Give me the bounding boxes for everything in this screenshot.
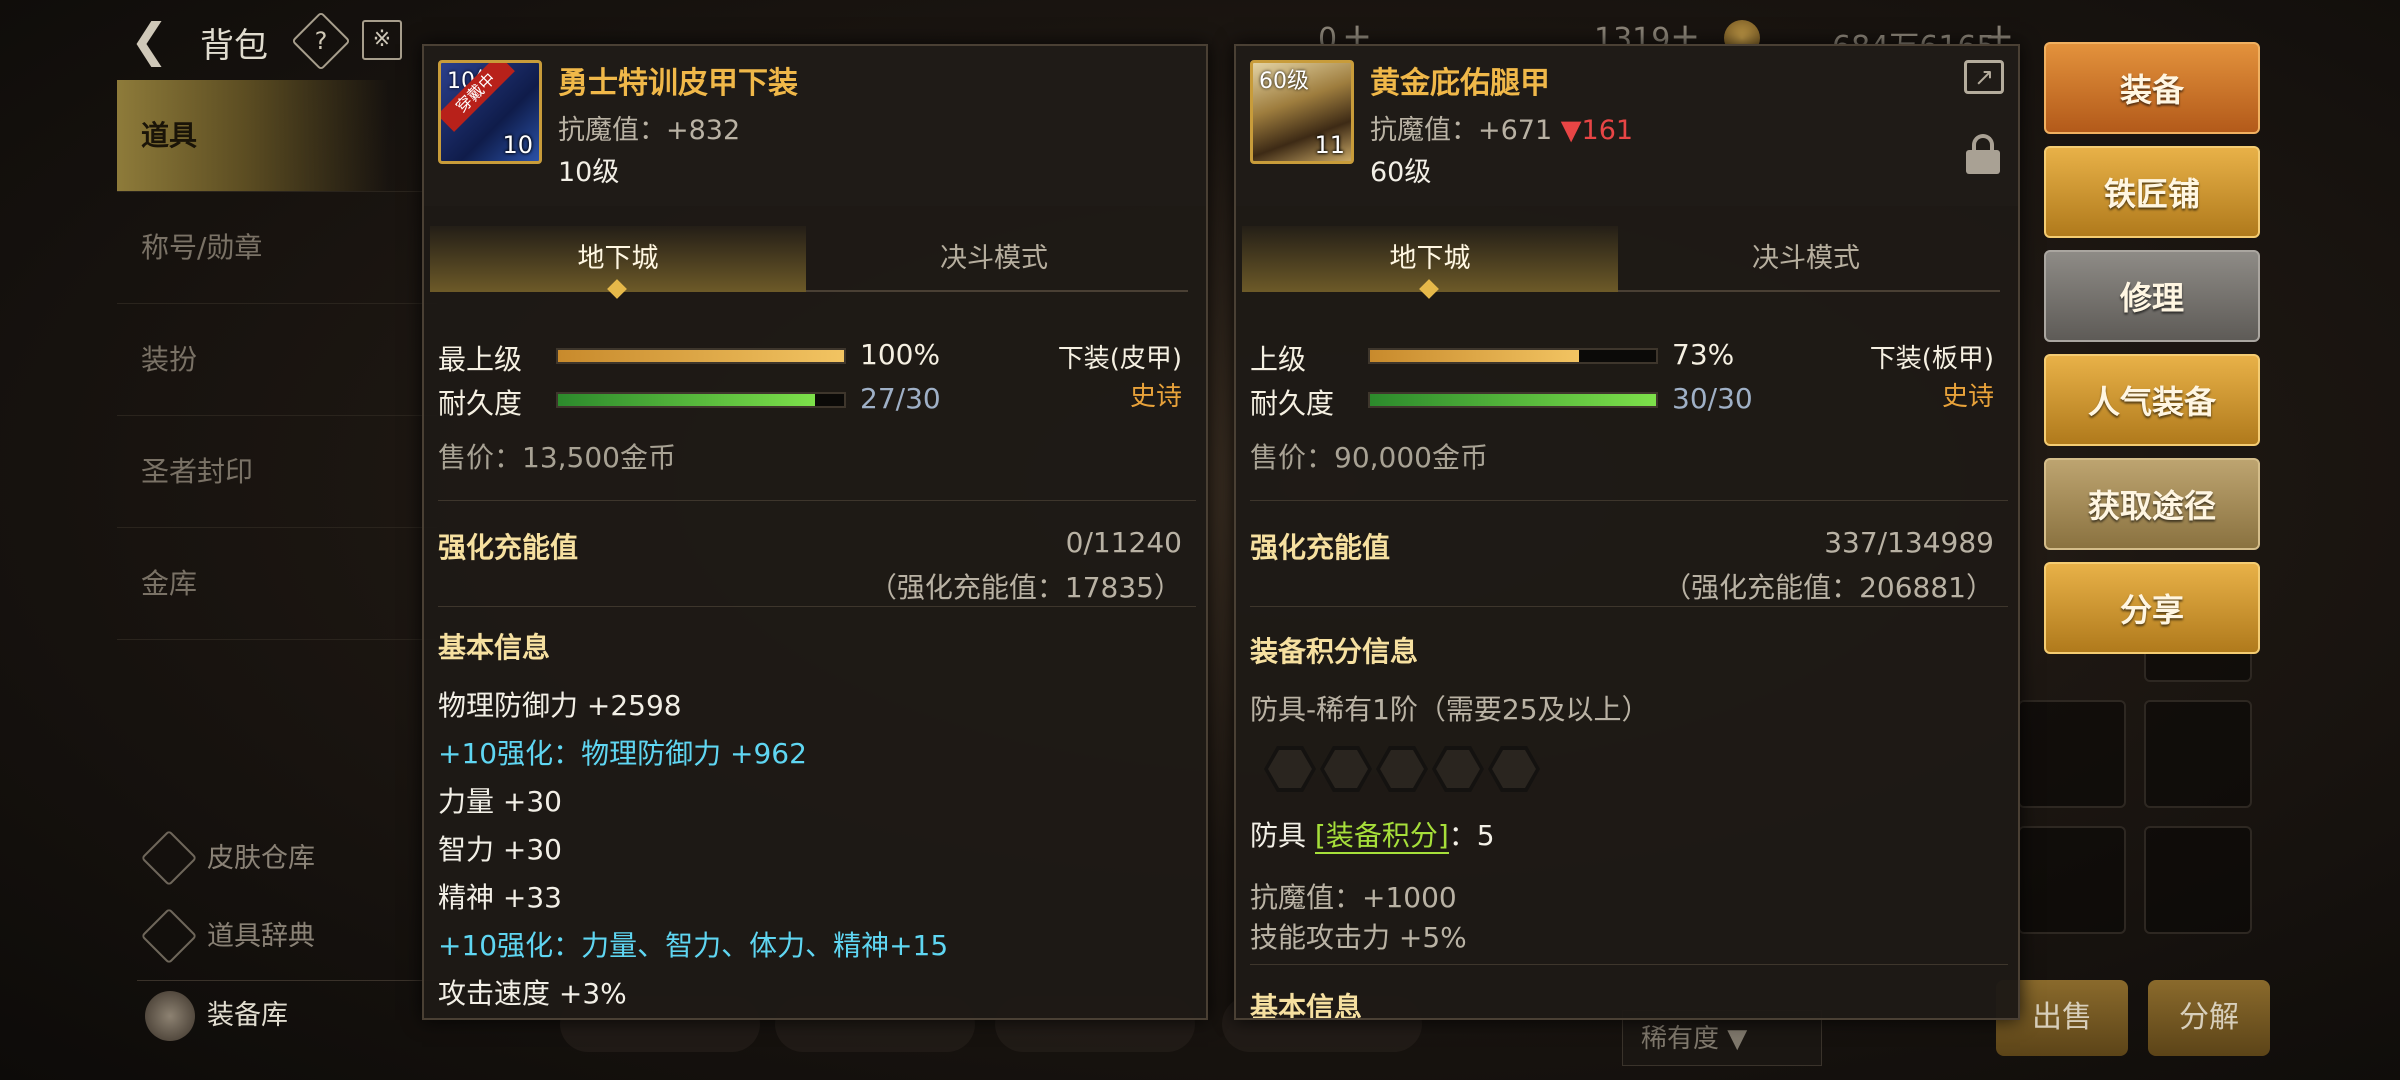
- share-button[interactable]: 分享: [2044, 562, 2260, 654]
- dictionary-icon: [140, 907, 198, 965]
- grade-bar: [1368, 348, 1658, 364]
- armor-icon: [145, 991, 195, 1041]
- score-magic-resist: 抗魔值：+1000: [1250, 881, 1457, 914]
- sidebar-item-avatar[interactable]: 装扮: [117, 304, 437, 416]
- item-level: 10级: [558, 157, 620, 188]
- durability-value: 27/30: [860, 382, 941, 415]
- charge-title: 强化充能值: [438, 531, 579, 564]
- item-slot: 下装(皮甲): [1057, 344, 1182, 374]
- item-header: 10级 穿戴中 10 勇士特训皮甲下装 抗魔值：+832 10级: [424, 46, 1206, 206]
- grade-percent: 100%: [860, 338, 941, 371]
- hex-slot: [1264, 746, 1316, 792]
- item-name: 黄金庇佑腿甲: [1370, 66, 1550, 101]
- sell-price: 售价：90,000金币: [1250, 441, 1488, 474]
- equipment-score-link[interactable]: [装备积分]: [1314, 819, 1449, 854]
- sidebar: 道具 称号/勋章 装扮 圣者封印 金库 皮肤仓库 道具辞典 装备库: [117, 80, 457, 1080]
- stat-line: +10强化：物理防御力 +962: [438, 737, 807, 770]
- equipment-score: 防具 [装备积分]：5: [1250, 819, 1495, 854]
- skin-storage-icon: [140, 829, 198, 887]
- calendar-icon[interactable]: ※: [362, 20, 402, 60]
- charge-total: （强化充能值：206881）: [1663, 571, 1994, 604]
- item-magic-resist: 抗魔值：+671 ▼161: [1370, 115, 1634, 146]
- item-name: 勇士特训皮甲下装: [558, 66, 798, 101]
- hex-slot: [1432, 746, 1484, 792]
- inventory-slot[interactable]: [2144, 826, 2252, 934]
- tab-duel[interactable]: 决斗模式: [1618, 226, 1994, 292]
- score-skill-attack: 技能攻击力 +5%: [1250, 921, 1467, 954]
- score-info-title: 装备积分信息: [1250, 635, 1419, 668]
- basic-info-title: 基本信息: [1250, 991, 1363, 1020]
- durability-bar: [556, 392, 846, 408]
- durability-label: 耐久度: [1250, 387, 1335, 420]
- sidebar-item-vault[interactable]: 金库: [117, 528, 437, 640]
- resist-diff: ▼161: [1560, 115, 1634, 146]
- inventory-slot[interactable]: [2144, 700, 2252, 808]
- basic-info-title: 基本信息: [438, 631, 551, 664]
- compare-item-tooltip: 60级 11 黄金庇佑腿甲 抗魔值：+671 ▼161 60级 ↗ 地下城 决斗…: [1234, 44, 2020, 1020]
- repair-button[interactable]: 修理: [2044, 250, 2260, 342]
- stat-line: 攻击速度 +3%: [438, 977, 627, 1010]
- inventory-slot[interactable]: [2018, 826, 2126, 934]
- hex-slot: [1488, 746, 1540, 792]
- sidebar-item-seal[interactable]: 圣者封印: [117, 416, 437, 528]
- leather-pants-icon: 10级 穿戴中 10: [438, 60, 542, 164]
- score-requirement: 防具-稀有1阶（需要25及以上）: [1250, 693, 1650, 726]
- hex-slot: [1376, 746, 1428, 792]
- plate-legs-icon: 60级 11: [1250, 60, 1354, 164]
- blacksmith-button[interactable]: 铁匠铺: [2044, 146, 2260, 238]
- sidebar-item-items[interactable]: 道具: [117, 80, 437, 192]
- stat-line: 智力 +30: [438, 833, 562, 866]
- popular-equip-button[interactable]: 人气装备: [2044, 354, 2260, 446]
- stat-line: 物理防御力 +2598: [438, 689, 682, 722]
- grade-percent: 73%: [1672, 338, 1735, 371]
- grade-bar: [556, 348, 846, 364]
- divider: [438, 606, 1196, 607]
- equip-button[interactable]: 装备: [2044, 42, 2260, 134]
- lock-icon[interactable]: [1966, 134, 2000, 174]
- charge-value: 0/11240: [1065, 526, 1182, 559]
- durability-value: 30/30: [1672, 382, 1753, 415]
- item-header: 60级 11 黄金庇佑腿甲 抗魔值：+671 ▼161 60级 ↗: [1236, 46, 2018, 206]
- durability-label: 耐久度: [438, 387, 523, 420]
- charge-title: 强化充能值: [1250, 531, 1391, 564]
- rarity-label: 史诗: [1129, 382, 1182, 412]
- share-icon[interactable]: ↗: [1964, 60, 2004, 94]
- item-magic-resist: 抗魔值：+832: [558, 115, 741, 146]
- inventory-slot[interactable]: [2018, 700, 2126, 808]
- item-slot: 下装(板甲): [1869, 344, 1994, 374]
- sell-price: 售价：13,500金币: [438, 441, 676, 474]
- divider: [1250, 500, 2008, 501]
- item-dictionary-button[interactable]: 道具辞典: [137, 902, 457, 972]
- grade-label: 最上级: [438, 343, 523, 376]
- durability-bar: [1368, 392, 1658, 408]
- mode-tabs: 地下城 决斗模式: [430, 226, 1188, 299]
- rarity-label: 史诗: [1941, 382, 1994, 412]
- charge-value: 337/134989: [1824, 526, 1994, 559]
- charge-total: （强化充能值：17835）: [868, 571, 1182, 604]
- skin-storage-button[interactable]: 皮肤仓库: [137, 824, 457, 894]
- stat-line: 力量 +30: [438, 785, 562, 818]
- grade-label: 上级: [1250, 343, 1307, 376]
- equipped-item-tooltip: 10级 穿戴中 10 勇士特训皮甲下装 抗魔值：+832 10级 地下城 决斗模…: [422, 44, 1208, 1020]
- tab-duel[interactable]: 决斗模式: [806, 226, 1182, 292]
- divider: [438, 500, 1196, 501]
- mode-tabs: 地下城 决斗模式: [1242, 226, 2000, 299]
- equipment-storage-button[interactable]: 装备库: [137, 980, 457, 1050]
- hex-slot: [1320, 746, 1372, 792]
- divider: [1250, 606, 2008, 607]
- sidebar-item-titles[interactable]: 称号/勋章: [117, 192, 437, 304]
- acquire-source-button[interactable]: 获取途径: [2044, 458, 2260, 550]
- decompose-button[interactable]: 分解: [2148, 980, 2270, 1056]
- back-arrow-icon[interactable]: ❮: [130, 14, 190, 66]
- help-icon[interactable]: ?: [291, 11, 351, 71]
- stat-line: +10强化：力量、智力、体力、精神+15: [438, 929, 949, 962]
- item-level: 60级: [1370, 157, 1432, 188]
- divider: [1250, 964, 2008, 965]
- page-title: 背包: [200, 26, 268, 66]
- stat-line: 精神 +33: [438, 881, 562, 914]
